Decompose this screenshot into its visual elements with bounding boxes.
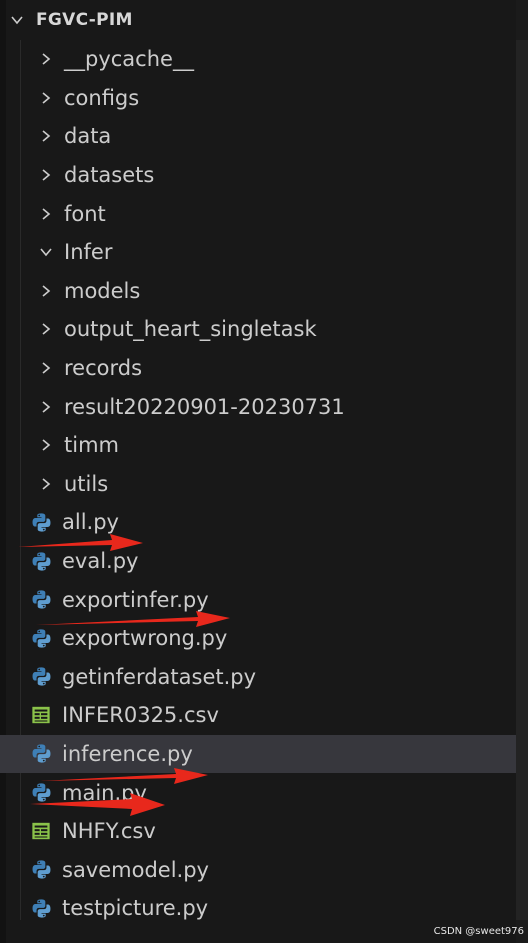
python-icon: [30, 511, 52, 533]
item-label: utils: [64, 471, 109, 496]
file-item-testpicture-py[interactable]: testpicture.py: [0, 889, 516, 928]
explorer-section-header[interactable]: FGVC-PIM: [0, 0, 516, 40]
item-label: result20220901-20230731: [64, 394, 345, 419]
scrollbar-thumb[interactable]: [516, 40, 528, 920]
chevron-down-icon[interactable]: [34, 240, 58, 264]
item-label: NHFY.csv: [62, 819, 156, 844]
file-item-getinferdataset-py[interactable]: getinferdataset.py: [0, 658, 516, 697]
scrollbar-track[interactable]: [516, 0, 528, 943]
item-label: savemodel.py: [62, 857, 209, 882]
file-explorer: FGVC-PIM __pycache__configs data datasets f…: [0, 0, 528, 943]
python-icon: [30, 897, 52, 919]
item-label: exportinfer.py: [62, 587, 209, 612]
chevron-down-icon: [11, 16, 23, 25]
chevron-right-icon[interactable]: [34, 279, 58, 303]
folder-item-pycache[interactable]: __pycache__: [0, 40, 516, 79]
item-label: main.py: [62, 780, 147, 805]
chevron-right-icon[interactable]: [34, 395, 58, 419]
item-label: exportwrong.py: [62, 626, 228, 651]
folder-item-result20220901-20230731[interactable]: result20220901-20230731: [0, 387, 516, 426]
folder-item-font[interactable]: font: [0, 194, 516, 233]
folder-item-timm[interactable]: timm: [0, 426, 516, 465]
python-icon: [30, 589, 52, 611]
folder-item-data[interactable]: data: [0, 117, 516, 156]
item-label: all.py: [62, 510, 119, 535]
item-label: getinferdataset.py: [62, 664, 257, 689]
file-item-exportwrong-py[interactable]: exportwrong.py: [0, 619, 516, 658]
folder-item-records[interactable]: records: [0, 349, 516, 388]
folder-item-configs[interactable]: configs: [0, 79, 516, 118]
python-icon: [30, 859, 52, 881]
file-tree: __pycache__configs data datasets font Infer m…: [0, 40, 516, 928]
item-label: timm: [64, 433, 119, 458]
python-icon: [30, 666, 52, 688]
folder-item-utils[interactable]: utils: [0, 465, 516, 504]
chevron-right-icon[interactable]: [34, 472, 58, 496]
item-label: __pycache__: [64, 47, 194, 72]
item-label: datasets: [64, 163, 155, 188]
python-icon: [30, 550, 52, 572]
chevron-right-icon[interactable]: [34, 317, 58, 341]
chevron-right-icon[interactable]: [34, 124, 58, 148]
file-item-savemodel-py[interactable]: savemodel.py: [0, 850, 516, 889]
python-icon: [30, 743, 52, 765]
spreadsheet-icon: [30, 704, 52, 726]
item-label: configs: [64, 85, 140, 110]
item-label: eval.py: [62, 549, 139, 574]
spreadsheet-icon: [30, 820, 52, 842]
item-label: font: [64, 201, 106, 226]
item-label: Infer: [64, 240, 113, 265]
chevron-right-icon[interactable]: [34, 433, 58, 457]
item-label: INFER0325.csv: [62, 703, 219, 728]
file-item-main-py[interactable]: main.py: [0, 773, 516, 812]
item-label: output_heart_singletask: [64, 317, 317, 342]
chevron-right-icon[interactable]: [34, 163, 58, 187]
chevron-right-icon[interactable]: [34, 47, 58, 71]
folder-item-datasets[interactable]: datasets: [0, 156, 516, 195]
file-item-exportinfer-py[interactable]: exportinfer.py: [0, 580, 516, 619]
item-label: records: [64, 356, 143, 381]
python-icon: [30, 782, 52, 804]
chevron-right-icon[interactable]: [34, 86, 58, 110]
chevron-right-icon[interactable]: [34, 356, 58, 380]
file-item-nhfy-csv[interactable]: NHFY.csv: [0, 812, 516, 851]
item-label: models: [64, 278, 141, 303]
file-item-inference-py[interactable]: inference.py: [0, 734, 516, 774]
item-label: testpicture.py: [62, 896, 209, 921]
chevron-right-icon[interactable]: [34, 202, 58, 226]
file-item-eval-py[interactable]: eval.py: [0, 542, 516, 581]
folder-item-models[interactable]: models: [0, 272, 516, 311]
section-title: FGVC-PIM: [36, 10, 133, 30]
folder-item-infer[interactable]: Infer: [0, 233, 516, 272]
file-item-infer0325-csv[interactable]: INFER0325.csv: [0, 696, 516, 735]
watermark: CSDN @sweet976: [433, 926, 524, 937]
python-icon: [30, 627, 52, 649]
item-label: inference.py: [62, 741, 193, 766]
file-item-all-py[interactable]: all.py: [0, 503, 516, 542]
folder-item-output-heart-singletask[interactable]: output_heart_singletask: [0, 310, 516, 349]
item-label: data: [64, 124, 112, 149]
